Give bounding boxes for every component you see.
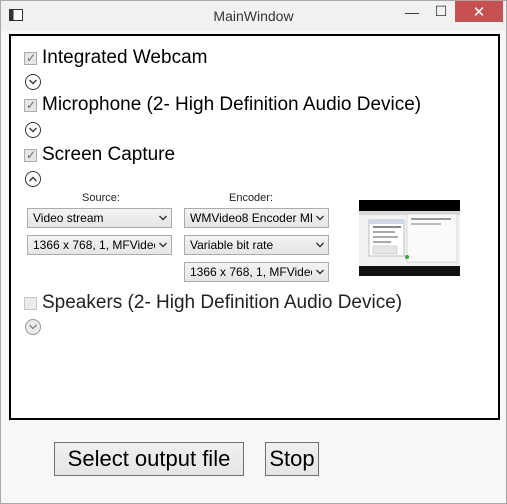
title-bar: MainWindow — ☐ ✕ (1, 1, 506, 31)
close-button[interactable]: ✕ (455, 1, 503, 22)
source-format-value: 1366 x 768, 1, MFVideoFormat (33, 238, 155, 252)
bitrate-mode-value: Variable bit rate (190, 238, 274, 252)
source-row-microphone: ✓ Microphone (2- High Definition Audio D… (24, 94, 421, 116)
screen-capture-checkbox[interactable]: ✓ (24, 147, 37, 162)
encoder-heading: Encoder: (228, 192, 274, 204)
bitrate-mode-select[interactable]: Variable bit rate (184, 235, 329, 255)
microphone-checkbox[interactable]: ✓ (24, 97, 37, 112)
webcam-label: Integrated Webcam (42, 47, 208, 68)
chevron-down-icon (29, 79, 37, 85)
dropdown-arrow-icon (316, 215, 324, 221)
microphone-expand-button[interactable] (25, 122, 41, 138)
source-type-value: Video stream (33, 211, 104, 225)
check-icon: ✓ (26, 147, 37, 162)
stop-button[interactable]: Stop (265, 442, 319, 476)
screen-capture-label: Screen Capture (42, 144, 176, 165)
encoder-format-select[interactable]: 1366 x 768, 1, MFVideoFormat (184, 262, 329, 282)
main-window: MainWindow — ☐ ✕ ✓ Integrated Webcam ✓ M… (0, 0, 507, 504)
encoder-value: WMVideo8 Encoder MFT (190, 211, 312, 225)
speakers-expand-button[interactable] (25, 319, 41, 335)
source-row-speakers: Speakers (2- High Definition Audio Devic… (24, 292, 402, 314)
check-icon: ✓ (26, 97, 37, 112)
source-heading: Source: (82, 192, 120, 204)
chevron-up-icon (29, 176, 37, 182)
source-format-select[interactable]: 1366 x 768, 1, MFVideoFormat (27, 235, 172, 255)
encoder-select[interactable]: WMVideo8 Encoder MFT (184, 208, 329, 228)
screen-capture-collapse-button[interactable] (25, 171, 41, 187)
preview-image (359, 200, 460, 276)
microphone-label: Microphone (2- High Definition Audio Dev… (42, 94, 422, 115)
select-output-file-button[interactable]: Select output file (54, 442, 244, 476)
speakers-checkbox[interactable] (24, 296, 37, 310)
webcam-expand-button[interactable] (25, 74, 41, 90)
footer-bar: Select output file Stop (1, 422, 506, 503)
source-type-select[interactable]: Video stream (27, 208, 172, 228)
maximize-button[interactable]: ☐ (427, 1, 455, 22)
dropdown-arrow-icon (159, 215, 167, 221)
chevron-down-icon (29, 324, 37, 330)
screen-capture-preview (359, 200, 460, 276)
chevron-down-icon (29, 127, 37, 133)
speakers-label: Speakers (2- High Definition Audio Devic… (42, 292, 403, 313)
encoder-format-value: 1366 x 768, 1, MFVideoFormat (190, 265, 312, 279)
check-icon: ✓ (26, 50, 37, 65)
webcam-checkbox[interactable]: ✓ (24, 50, 37, 65)
source-row-screen-capture: ✓ Screen Capture (24, 144, 175, 166)
dropdown-arrow-icon (159, 242, 167, 248)
source-row-webcam: ✓ Integrated Webcam (24, 47, 207, 69)
minimize-button[interactable]: — (398, 1, 426, 22)
dropdown-arrow-icon (316, 242, 324, 248)
dropdown-arrow-icon (316, 269, 324, 275)
